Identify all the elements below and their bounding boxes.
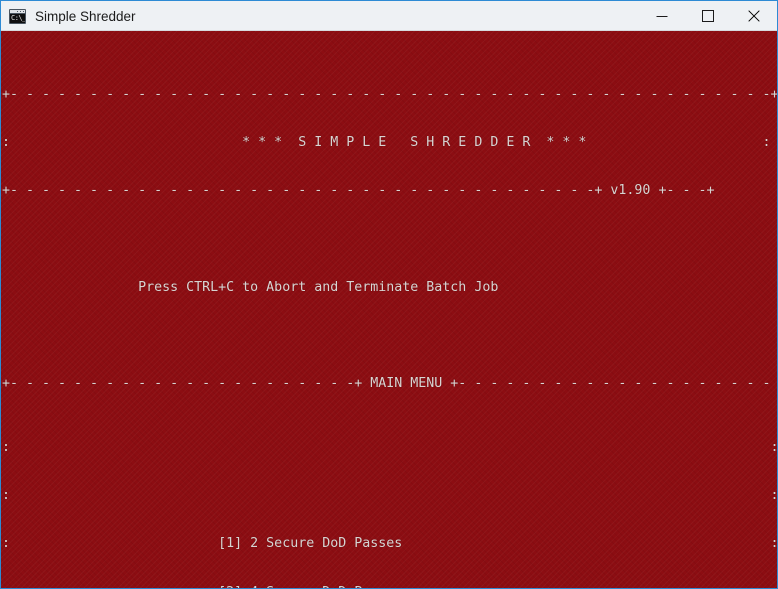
console-output-area[interactable]: +- - - - - - - - - - - - - - - - - - - -… xyxy=(1,31,777,588)
console-window-icon: C:\_ xyxy=(9,8,26,24)
menu-option-1[interactable]: : [1] 2 Secure DoD Passes : xyxy=(2,536,777,552)
abort-notice-line: Press CTRL+C to Abort and Terminate Batc… xyxy=(2,279,499,295)
icon-prompt-text: C:\_ xyxy=(10,13,26,23)
window-title: Simple Shredder xyxy=(35,8,136,24)
spacer-line-1 xyxy=(2,232,777,248)
terminal-screen: +- - - - - - - - - - - - - - - - - - - -… xyxy=(1,31,777,588)
maximize-button[interactable] xyxy=(685,1,731,31)
maximize-icon xyxy=(702,10,714,22)
menu-box-row: : : xyxy=(2,488,777,504)
application-window: C:\_ Simple Shredder +- - - - - - - - - … xyxy=(0,0,778,589)
close-button[interactable] xyxy=(731,1,777,31)
menu-option-2[interactable]: : [2] 4 Secure DoD Passes : xyxy=(2,585,777,588)
menu-box-row: : : xyxy=(2,440,777,456)
banner-bottom-border: +- - - - - - - - - - - - - - - - - - - -… xyxy=(2,183,715,199)
close-icon xyxy=(748,10,760,22)
banner-top-border: +- - - - - - - - - - - - - - - - - - - -… xyxy=(2,87,777,103)
window-controls xyxy=(639,1,777,31)
minimize-icon xyxy=(656,16,668,17)
main-menu-header-line: +- - - - - - - - - - - - - - - - - - - -… xyxy=(2,375,777,391)
spacer-line-2 xyxy=(2,328,777,344)
banner-title-line: : * * * S I M P L E S H R E D D E R * * … xyxy=(2,135,771,151)
minimize-button[interactable] xyxy=(639,1,685,31)
title-bar[interactable]: C:\_ Simple Shredder xyxy=(1,0,777,31)
